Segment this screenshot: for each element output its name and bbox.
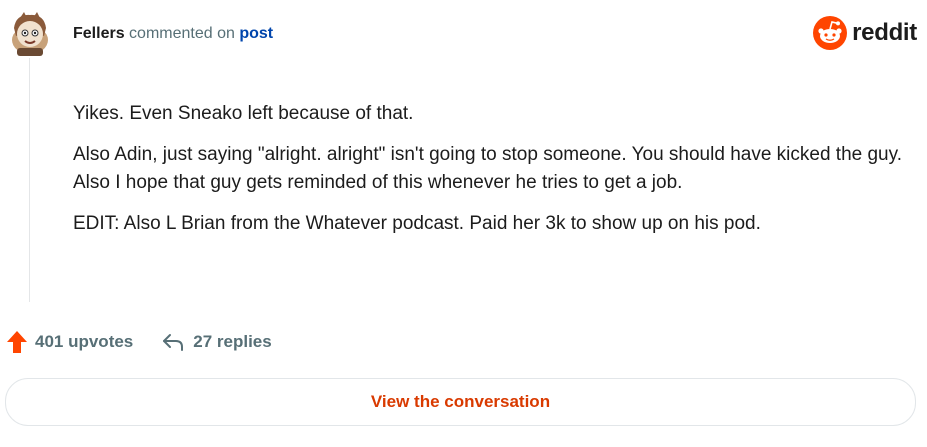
- comment-paragraph: Also Adin, just saying "alright. alright…: [73, 144, 902, 193]
- upvote-arrow-icon: [7, 331, 27, 353]
- post-link[interactable]: post: [239, 25, 273, 42]
- avatar[interactable]: [8, 10, 52, 58]
- replies-button[interactable]: 27 replies: [161, 332, 272, 352]
- view-conversation-button[interactable]: View the conversation: [5, 378, 916, 426]
- reddit-brand[interactable]: reddit: [813, 16, 917, 50]
- thread-line: [29, 58, 30, 302]
- comment-body: Yikes. Even Sneako left because of that.…: [73, 100, 913, 251]
- view-conversation-label: View the conversation: [370, 392, 551, 411]
- reply-count: 27 replies: [193, 332, 272, 351]
- author-name[interactable]: Fellers: [73, 25, 125, 42]
- upvote-button[interactable]: 401 upvotes: [6, 330, 133, 354]
- avatar-image: [12, 12, 48, 56]
- reply-arrow-icon: [163, 334, 184, 351]
- header-action: commented on: [129, 25, 235, 42]
- comment-actions: 401 upvotes 27 replies: [6, 330, 272, 354]
- comment-paragraph: Yikes. Even Sneako left because of that.: [73, 103, 414, 124]
- upvote-count: 401 upvotes: [35, 332, 134, 351]
- comment-paragraph: EDIT: Also L Brian from the Whatever pod…: [73, 213, 761, 234]
- reddit-wordmark: reddit: [852, 19, 917, 46]
- comment-header: Fellers commented on post: [73, 24, 273, 44]
- reddit-logo-icon: [813, 16, 848, 50]
